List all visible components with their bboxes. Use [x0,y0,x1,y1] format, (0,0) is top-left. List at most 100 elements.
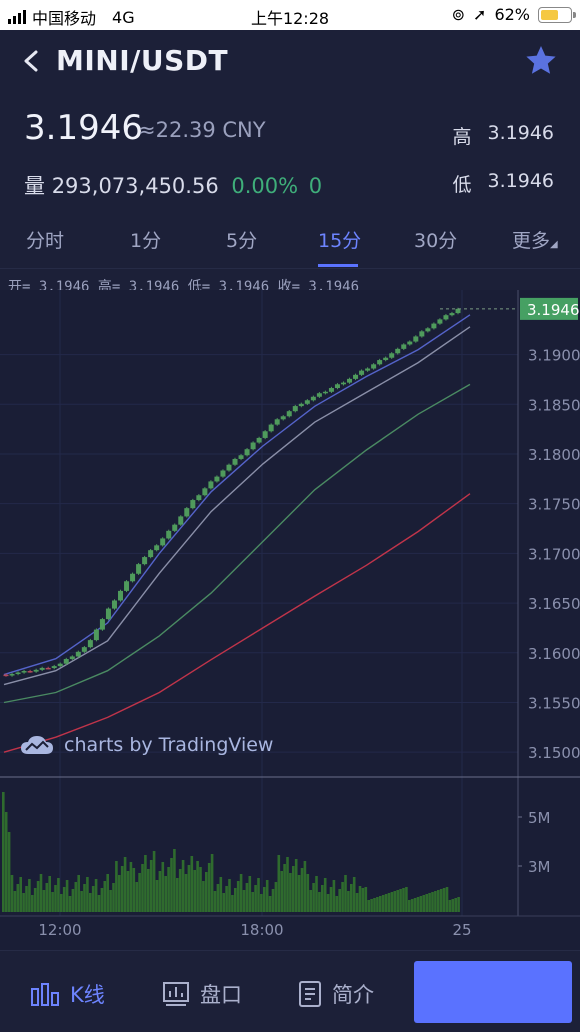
tab-more[interactable]: 更多◢ [512,226,558,253]
volume-bar [242,890,246,912]
volume-bar [89,893,92,912]
candle-body [274,419,280,425]
volume-bar [335,896,339,912]
candle-body [395,348,401,354]
candle-body [105,608,111,620]
candle-body [214,476,220,482]
bottom-nav: K线 盘口 简介 [0,950,580,1032]
volume-bar [184,874,188,912]
volume-bar [86,877,89,912]
volume-bar [318,892,321,912]
volume-bar [216,884,220,912]
low-label: 低 [452,174,472,196]
volume-bar [54,885,57,912]
orderbook-icon [163,982,189,1006]
cloud-chart-icon [21,736,53,754]
carrier-label: 中国移动 [32,9,97,28]
signal-icon [8,10,26,24]
candle-body [304,400,310,404]
candle-body [63,659,69,664]
favorite-star-icon[interactable] [524,44,558,78]
candle-body [310,396,316,401]
volume-bar [445,887,449,912]
tab-15min[interactable]: 15分 [318,226,361,253]
candle-body [383,357,389,361]
volume-bar [39,874,43,912]
candle-body [389,353,395,358]
volume-bar [123,857,127,912]
volume-bar [176,878,179,912]
nav-orderbook[interactable]: 盘口 [162,979,242,1009]
volume-bar [448,900,452,912]
x-tick-label: 18:00 [240,921,283,939]
volume-bar [202,881,205,912]
volume-bar [77,875,80,912]
kline-chart[interactable]: 3.1900 3.1850 3.1800 3.1750 3.1700 3.1650 3.16… [0,290,580,950]
tab-timeshare[interactable]: 分时 [26,226,64,253]
volume-bar [329,887,333,912]
chart-background [0,290,580,950]
candle-body [226,464,232,471]
volume-bar [187,865,191,912]
volume-bar [228,879,231,912]
candle-body [449,313,455,316]
volume-bar [161,862,165,912]
candle-body [118,590,124,601]
volume-bar [300,868,304,912]
nav-intro[interactable]: 简介 [298,979,374,1009]
volume-bar [297,875,301,912]
volume-bar [231,895,234,912]
volume-bar [91,886,95,912]
last-price: 3.1946 [24,108,143,148]
candle-body [244,449,250,456]
volume-label: 量 [24,174,45,198]
candle-body [443,315,449,320]
volume-bar [106,874,109,912]
volume-bar [370,899,373,912]
candle-body [377,360,383,365]
app-header: MINI/USDT [0,30,580,96]
nav-intro-label: 简介 [332,983,374,1007]
dropdown-triangle-icon: ◢ [550,239,558,250]
volume-bar [431,892,434,912]
volume-bar [280,871,283,912]
volume-bar [323,878,327,912]
volume-bar [341,882,344,912]
candle-body [93,629,99,641]
trade-button[interactable] [414,961,572,1023]
candle-body [27,671,33,673]
candle-body [280,416,286,420]
volume-value: 293,073,450.56 [51,174,219,198]
tab-1min[interactable]: 1分 [130,226,161,253]
candle-body [142,557,148,565]
volume-bar [286,857,289,912]
volume-bar [303,861,307,912]
volume-bar [65,880,69,912]
candle-body [322,391,328,394]
candle-body [172,524,178,531]
volume-bar [274,882,278,912]
volume-bar [283,864,286,912]
candle-body [75,651,81,657]
y-tick-label: 3.1700 [528,545,580,563]
tab-30min[interactable]: 30分 [414,226,457,253]
candle-body [316,393,322,397]
candle-body [51,666,57,669]
volume-bar [129,862,133,912]
back-icon[interactable] [16,44,46,78]
divider [0,268,580,269]
volume-bar [361,888,365,912]
tab-5min[interactable]: 5分 [226,226,257,253]
candle-body [202,488,208,496]
candle-body [87,640,93,648]
volume-bar [379,896,382,912]
volume-bar [384,894,388,912]
volume-bar [4,812,8,912]
volume-bar [164,876,167,912]
nav-kline[interactable]: K线 [30,979,105,1009]
volume-bar [219,877,223,912]
candle-body [45,667,51,670]
clock: 上午12:28 [250,9,330,28]
volume-bar [326,894,330,912]
volume-bar [19,877,22,912]
